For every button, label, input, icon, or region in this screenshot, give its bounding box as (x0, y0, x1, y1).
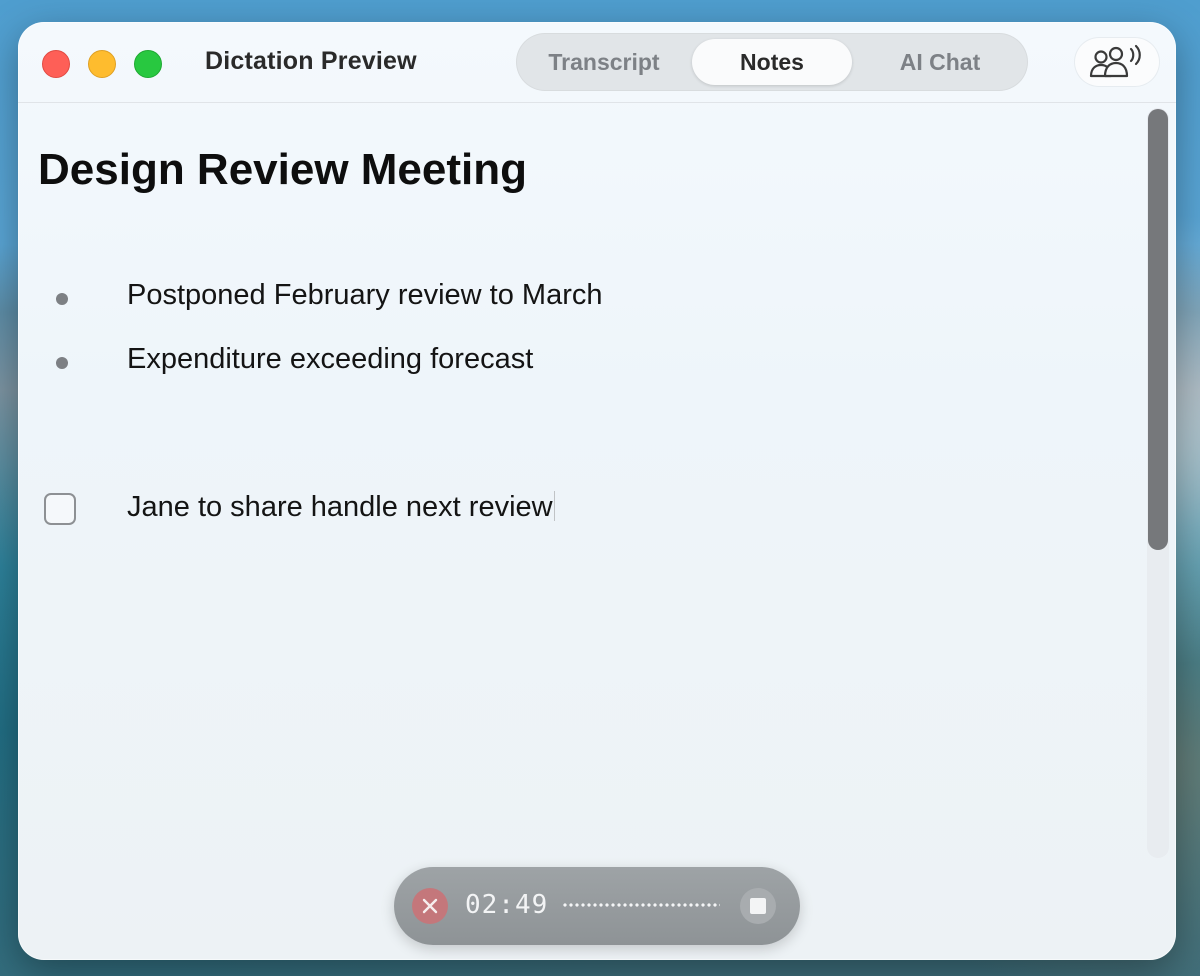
bullet-icon (56, 293, 68, 305)
desktop-background: Dictation Preview Transcript Notes AI Ch… (0, 0, 1200, 976)
list-item[interactable]: Postponed February review to March (38, 279, 838, 323)
text-cursor (553, 491, 556, 521)
title-bar: Dictation Preview Transcript Notes AI Ch… (18, 22, 1176, 103)
window-minimize-button[interactable] (88, 50, 116, 78)
scrollbar-thumb[interactable] (1148, 109, 1168, 550)
todo-item[interactable]: Jane to share handle next review (38, 491, 838, 535)
window-close-button[interactable] (42, 50, 70, 78)
notes-content[interactable]: Design Review Meeting Postponed February… (18, 103, 1138, 960)
view-tab-bar: Transcript Notes AI Chat (516, 33, 1028, 91)
stop-recording-button[interactable] (740, 888, 776, 924)
list-item[interactable]: Expenditure exceeding forecast (38, 343, 838, 387)
cancel-recording-button[interactable] (412, 888, 448, 924)
recording-timer: 02:49 (465, 890, 549, 920)
window-zoom-button[interactable] (134, 50, 162, 78)
bullet-icon (56, 357, 68, 369)
todo-text: Jane to share handle next review (127, 491, 553, 523)
window-title: Dictation Preview (205, 47, 417, 75)
todo-text-wrap: Jane to share handle next review (127, 491, 556, 524)
close-icon (422, 898, 438, 914)
bullet-text: Expenditure exceeding forecast (127, 343, 534, 375)
bullet-text: Postponed February review to March (127, 279, 603, 311)
stop-icon (750, 898, 766, 914)
people-speaking-icon (1089, 44, 1141, 78)
todo-checkbox[interactable] (44, 493, 76, 525)
audio-waveform (562, 902, 720, 908)
note-title[interactable]: Design Review Meeting (38, 145, 527, 195)
dictation-window: Dictation Preview Transcript Notes AI Ch… (18, 22, 1176, 960)
tab-transcript[interactable]: Transcript (522, 39, 686, 85)
tab-ai-chat[interactable]: AI Chat (858, 39, 1022, 85)
tab-notes[interactable]: Notes (692, 39, 852, 85)
speakers-button[interactable] (1075, 38, 1159, 86)
recording-controls: 02:49 (394, 867, 800, 945)
